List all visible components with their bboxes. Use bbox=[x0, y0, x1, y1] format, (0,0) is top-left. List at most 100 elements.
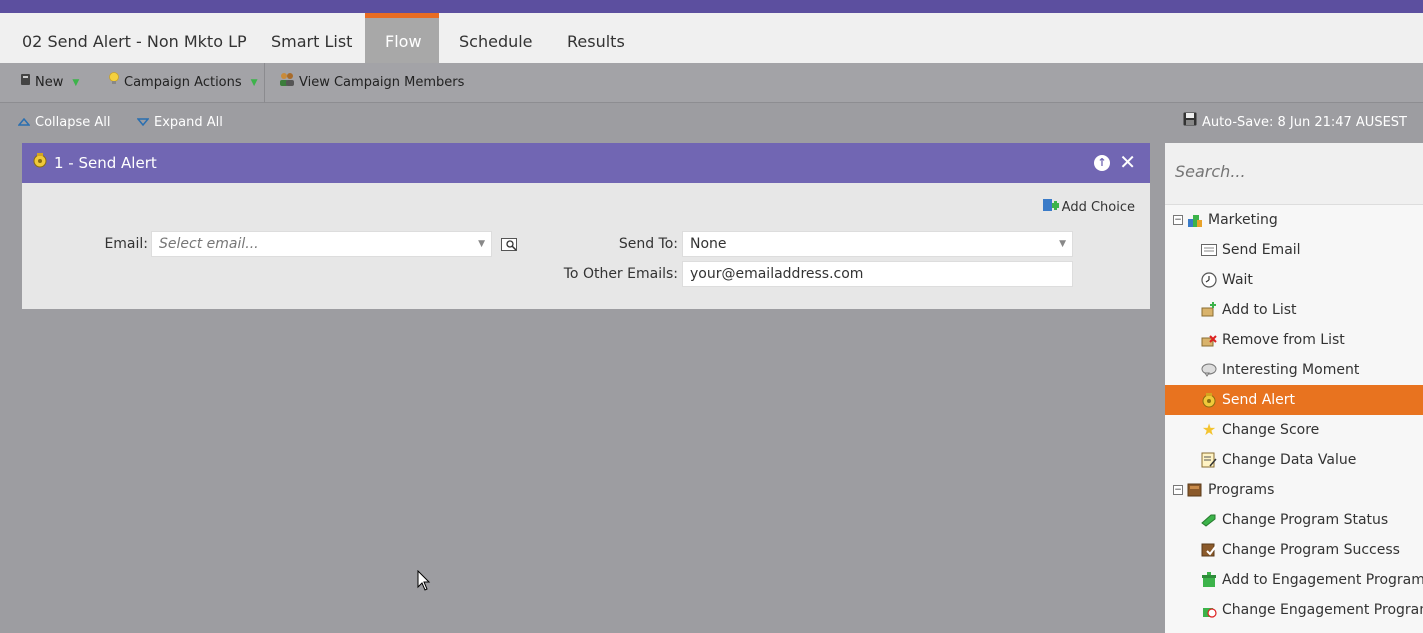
send-to-value: None bbox=[690, 236, 727, 252]
tree-item-send-email[interactable]: Send Email bbox=[1165, 235, 1423, 265]
save-icon bbox=[1183, 104, 1197, 142]
tree-label: Add to Engagement Program bbox=[1222, 572, 1423, 588]
add-choice-label: Add Choice bbox=[1061, 199, 1135, 215]
new-icon bbox=[20, 63, 31, 103]
toolbar-divider bbox=[264, 63, 265, 103]
collapse-toggle-icon[interactable]: − bbox=[1173, 215, 1183, 225]
tree-label: Change Data Value bbox=[1222, 452, 1357, 468]
flow-step-title: 1 - Send Alert bbox=[32, 143, 157, 183]
flow-subbar: Collapse All Expand All bbox=[0, 104, 1165, 142]
engagement-cadence-icon bbox=[1201, 602, 1217, 618]
tree-group-marketing[interactable]: − Marketing bbox=[1165, 205, 1423, 235]
close-icon[interactable]: ✕ bbox=[1119, 151, 1136, 173]
view-members-label: View Campaign Members bbox=[299, 75, 465, 90]
remove-list-icon bbox=[1201, 332, 1217, 348]
tree-label: Remove from List bbox=[1222, 332, 1345, 348]
tree-item-interesting-moment[interactable]: Interesting Moment bbox=[1165, 355, 1423, 385]
chevron-down-icon: ▼ bbox=[478, 239, 485, 249]
tree-item-change-data-value[interactable]: Change Data Value bbox=[1165, 445, 1423, 475]
top-brand-bar bbox=[0, 0, 1423, 13]
tree-label: Interesting Moment bbox=[1222, 362, 1360, 378]
tab-schedule[interactable]: Schedule bbox=[439, 13, 553, 63]
tab-smart-list[interactable]: Smart List bbox=[251, 13, 372, 63]
collapse-toggle-icon[interactable]: − bbox=[1173, 485, 1183, 495]
flow-step-header: 1 - Send Alert ↑ ✕ bbox=[22, 143, 1150, 183]
tree-item-send-alert[interactable]: Send Alert bbox=[1165, 385, 1423, 415]
tree-label: Change Engagement Program Cadence bbox=[1222, 602, 1423, 618]
tree-item-add-to-engagement-program[interactable]: Add to Engagement Program bbox=[1165, 565, 1423, 595]
campaign-actions-button[interactable]: Campaign Actions ▼ bbox=[108, 63, 258, 103]
program-success-icon bbox=[1201, 542, 1217, 558]
send-to-select[interactable]: None ▼ bbox=[682, 231, 1073, 257]
tree-label: Change Score bbox=[1222, 422, 1320, 438]
add-choice-button[interactable]: Add Choice bbox=[1042, 198, 1135, 216]
view-campaign-members-button[interactable]: View Campaign Members bbox=[279, 63, 464, 103]
new-menu-button[interactable]: New ▼ bbox=[20, 63, 79, 103]
caret-down-icon: ▼ bbox=[72, 78, 80, 88]
tree-item-remove-from-list[interactable]: Remove from List bbox=[1165, 325, 1423, 355]
tree-group-programs[interactable]: − Programs bbox=[1165, 475, 1423, 505]
tree-item-change-program-success[interactable]: Change Program Success bbox=[1165, 535, 1423, 565]
tree-label: Programs bbox=[1208, 482, 1275, 498]
tree-item-change-engagement-program-cadence[interactable]: Change Engagement Program Cadence bbox=[1165, 595, 1423, 625]
speech-bubble-icon bbox=[1201, 362, 1217, 378]
email-label: Email: bbox=[104, 236, 148, 252]
alert-icon bbox=[32, 143, 48, 183]
tree-label: Send Email bbox=[1222, 242, 1301, 258]
search-input[interactable] bbox=[1175, 162, 1415, 181]
tree-label: Change Program Success bbox=[1222, 542, 1400, 558]
tab-campaign-name[interactable]: 02 Send Alert - Non Mkto LP bbox=[2, 13, 267, 63]
tree-label: Wait bbox=[1222, 272, 1253, 288]
flow-actions-panel: − Marketing Send Email Wait Add to List … bbox=[1165, 143, 1423, 633]
tab-results[interactable]: Results bbox=[547, 13, 645, 63]
tree-label: Send Alert bbox=[1222, 392, 1296, 408]
clock-icon bbox=[1201, 272, 1217, 288]
expand-all-label: Expand All bbox=[154, 115, 223, 130]
tree-item-wait[interactable]: Wait bbox=[1165, 265, 1423, 295]
chevron-down-icon: ▼ bbox=[1059, 239, 1066, 249]
new-label: New bbox=[35, 75, 64, 90]
preview-icon[interactable] bbox=[501, 237, 519, 256]
email-select[interactable]: Select email... ▼ bbox=[151, 231, 492, 257]
panel-search bbox=[1165, 143, 1423, 205]
tree-item-change-score[interactable]: ★ Change Score bbox=[1165, 415, 1423, 445]
collapse-all-button[interactable]: Collapse All bbox=[17, 104, 111, 142]
flow-step-title-text: 1 - Send Alert bbox=[54, 154, 157, 172]
flow-step-body: Add Choice Email: Select email... ▼ Send… bbox=[22, 183, 1150, 309]
move-up-icon[interactable]: ↑ bbox=[1094, 155, 1110, 171]
tab-flow[interactable]: Flow bbox=[365, 13, 439, 63]
expand-icon bbox=[136, 104, 150, 142]
campaign-actions-label: Campaign Actions bbox=[124, 75, 242, 90]
tree-label: Marketing bbox=[1208, 212, 1278, 228]
send-to-label: Send To: bbox=[618, 236, 678, 252]
other-emails-value: your@emailaddress.com bbox=[690, 266, 864, 282]
other-emails-label: To Other Emails: bbox=[563, 266, 678, 282]
autosave-status: Auto-Save: 8 Jun 21:47 AUSEST bbox=[1183, 104, 1407, 142]
caret-down-icon: ▼ bbox=[250, 78, 258, 88]
email-placeholder-text: Select email... bbox=[159, 236, 259, 252]
status-arrow-icon bbox=[1201, 512, 1217, 528]
marketing-icon bbox=[1187, 212, 1203, 228]
alert-icon bbox=[1201, 392, 1217, 408]
star-icon: ★ bbox=[1201, 420, 1217, 439]
collapse-all-label: Collapse All bbox=[35, 115, 111, 130]
add-choice-icon bbox=[1042, 198, 1059, 216]
lightbulb-icon bbox=[108, 63, 120, 103]
collapse-icon bbox=[17, 104, 31, 142]
add-list-icon bbox=[1201, 302, 1217, 318]
tree-item-change-program-status[interactable]: Change Program Status bbox=[1165, 505, 1423, 535]
people-icon bbox=[279, 63, 295, 103]
mouse-cursor-icon bbox=[417, 569, 431, 596]
expand-all-button[interactable]: Expand All bbox=[136, 104, 223, 142]
add-engagement-icon bbox=[1201, 572, 1217, 588]
autosave-text: Auto-Save: 8 Jun 21:47 AUSEST bbox=[1201, 115, 1407, 130]
edit-form-icon bbox=[1201, 452, 1217, 468]
tab-bar: 02 Send Alert - Non Mkto LP Smart List F… bbox=[0, 13, 1423, 63]
tree-label: Change Program Status bbox=[1222, 512, 1389, 528]
programs-icon bbox=[1187, 482, 1203, 498]
tree-item-add-to-list[interactable]: Add to List bbox=[1165, 295, 1423, 325]
toolbar: New ▼ Campaign Actions ▼ View Campaign M… bbox=[0, 63, 1423, 103]
tree-label: Add to List bbox=[1222, 302, 1297, 318]
other-emails-input[interactable]: your@emailaddress.com bbox=[682, 261, 1073, 287]
email-icon bbox=[1201, 242, 1217, 258]
